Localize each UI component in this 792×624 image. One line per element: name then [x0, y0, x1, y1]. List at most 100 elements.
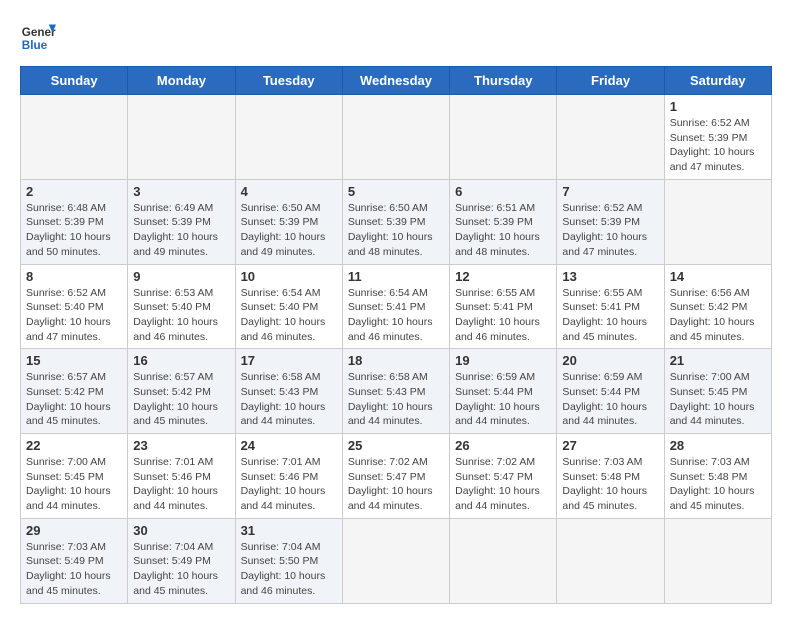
day-number: 3 [133, 184, 229, 199]
weekday-header-tuesday: Tuesday [235, 67, 342, 95]
day-info: Sunrise: 6:50 AM Sunset: 5:39 PM Dayligh… [348, 201, 444, 260]
day-info: Sunrise: 6:53 AM Sunset: 5:40 PM Dayligh… [133, 286, 229, 345]
day-number: 27 [562, 438, 658, 453]
day-info: Sunrise: 7:04 AM Sunset: 5:49 PM Dayligh… [133, 540, 229, 599]
calendar-cell: 17 Sunrise: 6:58 AM Sunset: 5:43 PM Dayl… [235, 349, 342, 434]
calendar-cell [128, 95, 235, 180]
calendar-cell: 16 Sunrise: 6:57 AM Sunset: 5:42 PM Dayl… [128, 349, 235, 434]
week-row-1: 1 Sunrise: 6:52 AM Sunset: 5:39 PM Dayli… [21, 95, 772, 180]
calendar-cell: 28 Sunrise: 7:03 AM Sunset: 5:48 PM Dayl… [664, 434, 771, 519]
day-number: 22 [26, 438, 122, 453]
day-info: Sunrise: 6:55 AM Sunset: 5:41 PM Dayligh… [562, 286, 658, 345]
day-info: Sunrise: 6:52 AM Sunset: 5:39 PM Dayligh… [670, 116, 766, 175]
calendar-cell: 26 Sunrise: 7:02 AM Sunset: 5:47 PM Dayl… [450, 434, 557, 519]
calendar-cell: 8 Sunrise: 6:52 AM Sunset: 5:40 PM Dayli… [21, 264, 128, 349]
calendar-cell: 15 Sunrise: 6:57 AM Sunset: 5:42 PM Dayl… [21, 349, 128, 434]
weekday-header-friday: Friday [557, 67, 664, 95]
day-number: 2 [26, 184, 122, 199]
day-info: Sunrise: 6:57 AM Sunset: 5:42 PM Dayligh… [133, 370, 229, 429]
calendar-cell: 25 Sunrise: 7:02 AM Sunset: 5:47 PM Dayl… [342, 434, 449, 519]
day-info: Sunrise: 7:02 AM Sunset: 5:47 PM Dayligh… [455, 455, 551, 514]
day-info: Sunrise: 6:48 AM Sunset: 5:39 PM Dayligh… [26, 201, 122, 260]
day-number: 25 [348, 438, 444, 453]
calendar-cell [557, 518, 664, 603]
calendar-cell [342, 518, 449, 603]
day-number: 8 [26, 269, 122, 284]
calendar-cell: 4 Sunrise: 6:50 AM Sunset: 5:39 PM Dayli… [235, 179, 342, 264]
day-info: Sunrise: 7:00 AM Sunset: 5:45 PM Dayligh… [26, 455, 122, 514]
calendar-cell [235, 95, 342, 180]
day-number: 31 [241, 523, 337, 538]
calendar-cell: 5 Sunrise: 6:50 AM Sunset: 5:39 PM Dayli… [342, 179, 449, 264]
week-row-4: 15 Sunrise: 6:57 AM Sunset: 5:42 PM Dayl… [21, 349, 772, 434]
weekday-header-sunday: Sunday [21, 67, 128, 95]
day-number: 23 [133, 438, 229, 453]
day-number: 29 [26, 523, 122, 538]
day-number: 9 [133, 269, 229, 284]
day-number: 4 [241, 184, 337, 199]
calendar-cell [664, 518, 771, 603]
day-info: Sunrise: 7:02 AM Sunset: 5:47 PM Dayligh… [348, 455, 444, 514]
day-info: Sunrise: 6:58 AM Sunset: 5:43 PM Dayligh… [348, 370, 444, 429]
calendar-cell [21, 95, 128, 180]
day-info: Sunrise: 6:54 AM Sunset: 5:40 PM Dayligh… [241, 286, 337, 345]
weekday-header-thursday: Thursday [450, 67, 557, 95]
calendar-cell: 22 Sunrise: 7:00 AM Sunset: 5:45 PM Dayl… [21, 434, 128, 519]
calendar-cell: 27 Sunrise: 7:03 AM Sunset: 5:48 PM Dayl… [557, 434, 664, 519]
day-info: Sunrise: 6:59 AM Sunset: 5:44 PM Dayligh… [455, 370, 551, 429]
calendar-table: SundayMondayTuesdayWednesdayThursdayFrid… [20, 66, 772, 604]
day-info: Sunrise: 7:03 AM Sunset: 5:48 PM Dayligh… [562, 455, 658, 514]
day-info: Sunrise: 7:01 AM Sunset: 5:46 PM Dayligh… [133, 455, 229, 514]
day-info: Sunrise: 6:51 AM Sunset: 5:39 PM Dayligh… [455, 201, 551, 260]
calendar-cell: 21 Sunrise: 7:00 AM Sunset: 5:45 PM Dayl… [664, 349, 771, 434]
calendar-cell [557, 95, 664, 180]
calendar-cell: 20 Sunrise: 6:59 AM Sunset: 5:44 PM Dayl… [557, 349, 664, 434]
day-number: 11 [348, 269, 444, 284]
calendar-cell: 1 Sunrise: 6:52 AM Sunset: 5:39 PM Dayli… [664, 95, 771, 180]
day-info: Sunrise: 7:04 AM Sunset: 5:50 PM Dayligh… [241, 540, 337, 599]
day-number: 30 [133, 523, 229, 538]
day-info: Sunrise: 6:52 AM Sunset: 5:39 PM Dayligh… [562, 201, 658, 260]
week-row-6: 29 Sunrise: 7:03 AM Sunset: 5:49 PM Dayl… [21, 518, 772, 603]
day-number: 10 [241, 269, 337, 284]
day-number: 6 [455, 184, 551, 199]
calendar-cell: 24 Sunrise: 7:01 AM Sunset: 5:46 PM Dayl… [235, 434, 342, 519]
calendar-cell: 3 Sunrise: 6:49 AM Sunset: 5:39 PM Dayli… [128, 179, 235, 264]
calendar-cell: 6 Sunrise: 6:51 AM Sunset: 5:39 PM Dayli… [450, 179, 557, 264]
logo-icon: General Blue [20, 20, 56, 56]
calendar-cell: 29 Sunrise: 7:03 AM Sunset: 5:49 PM Dayl… [21, 518, 128, 603]
day-info: Sunrise: 6:50 AM Sunset: 5:39 PM Dayligh… [241, 201, 337, 260]
calendar-cell: 10 Sunrise: 6:54 AM Sunset: 5:40 PM Dayl… [235, 264, 342, 349]
weekday-header-saturday: Saturday [664, 67, 771, 95]
week-row-5: 22 Sunrise: 7:00 AM Sunset: 5:45 PM Dayl… [21, 434, 772, 519]
day-number: 18 [348, 353, 444, 368]
calendar-cell: 11 Sunrise: 6:54 AM Sunset: 5:41 PM Dayl… [342, 264, 449, 349]
calendar-cell: 19 Sunrise: 6:59 AM Sunset: 5:44 PM Dayl… [450, 349, 557, 434]
svg-text:Blue: Blue [22, 39, 48, 52]
calendar-cell: 13 Sunrise: 6:55 AM Sunset: 5:41 PM Dayl… [557, 264, 664, 349]
calendar-cell [450, 518, 557, 603]
day-info: Sunrise: 6:56 AM Sunset: 5:42 PM Dayligh… [670, 286, 766, 345]
day-number: 15 [26, 353, 122, 368]
weekday-header-row: SundayMondayTuesdayWednesdayThursdayFrid… [21, 67, 772, 95]
week-row-3: 8 Sunrise: 6:52 AM Sunset: 5:40 PM Dayli… [21, 264, 772, 349]
day-info: Sunrise: 6:57 AM Sunset: 5:42 PM Dayligh… [26, 370, 122, 429]
day-number: 14 [670, 269, 766, 284]
day-number: 13 [562, 269, 658, 284]
day-number: 12 [455, 269, 551, 284]
calendar-cell [664, 179, 771, 264]
day-info: Sunrise: 6:55 AM Sunset: 5:41 PM Dayligh… [455, 286, 551, 345]
calendar-cell: 2 Sunrise: 6:48 AM Sunset: 5:39 PM Dayli… [21, 179, 128, 264]
weekday-header-monday: Monday [128, 67, 235, 95]
calendar-body: 1 Sunrise: 6:52 AM Sunset: 5:39 PM Dayli… [21, 95, 772, 604]
calendar-cell: 18 Sunrise: 6:58 AM Sunset: 5:43 PM Dayl… [342, 349, 449, 434]
calendar-cell: 30 Sunrise: 7:04 AM Sunset: 5:49 PM Dayl… [128, 518, 235, 603]
day-number: 26 [455, 438, 551, 453]
day-number: 24 [241, 438, 337, 453]
day-number: 7 [562, 184, 658, 199]
day-info: Sunrise: 7:00 AM Sunset: 5:45 PM Dayligh… [670, 370, 766, 429]
day-info: Sunrise: 7:03 AM Sunset: 5:49 PM Dayligh… [26, 540, 122, 599]
day-info: Sunrise: 6:59 AM Sunset: 5:44 PM Dayligh… [562, 370, 658, 429]
day-number: 16 [133, 353, 229, 368]
day-info: Sunrise: 6:58 AM Sunset: 5:43 PM Dayligh… [241, 370, 337, 429]
